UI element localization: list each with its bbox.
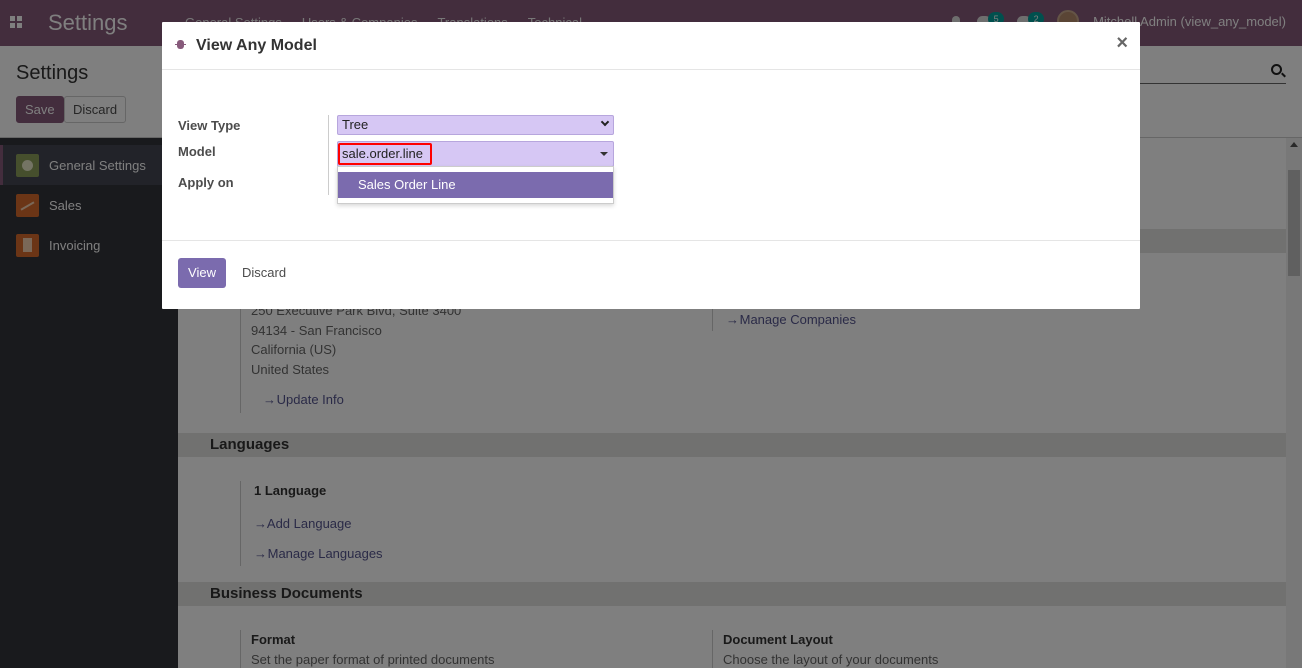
modal-title: View Any Model	[196, 37, 317, 54]
model-label: Model	[178, 144, 216, 159]
close-icon[interactable]: ×	[1116, 33, 1128, 53]
model-autocomplete-dropdown: Sales Order Line	[337, 166, 614, 204]
modal-discard-button[interactable]: Discard	[242, 258, 286, 288]
modal-header: View Any Model ×	[162, 22, 1140, 70]
view-button[interactable]: View	[178, 258, 226, 288]
chevron-down-icon	[600, 117, 610, 127]
apply-on-label: Apply on	[178, 175, 234, 190]
dropdown-option-sales-order-line[interactable]: Sales Order Line	[338, 172, 613, 198]
bug-icon	[175, 39, 186, 50]
view-type-select[interactable]: Tree	[337, 115, 614, 135]
model-input[interactable]: sale.order.line	[338, 143, 432, 165]
caret-down-icon[interactable]	[600, 152, 608, 156]
view-any-model-dialog: View Any Model × View Type Tree Model sa…	[162, 22, 1140, 309]
view-type-label: View Type	[178, 118, 241, 133]
label-divider	[328, 115, 329, 195]
modal-footer: View Discard	[162, 240, 1140, 309]
